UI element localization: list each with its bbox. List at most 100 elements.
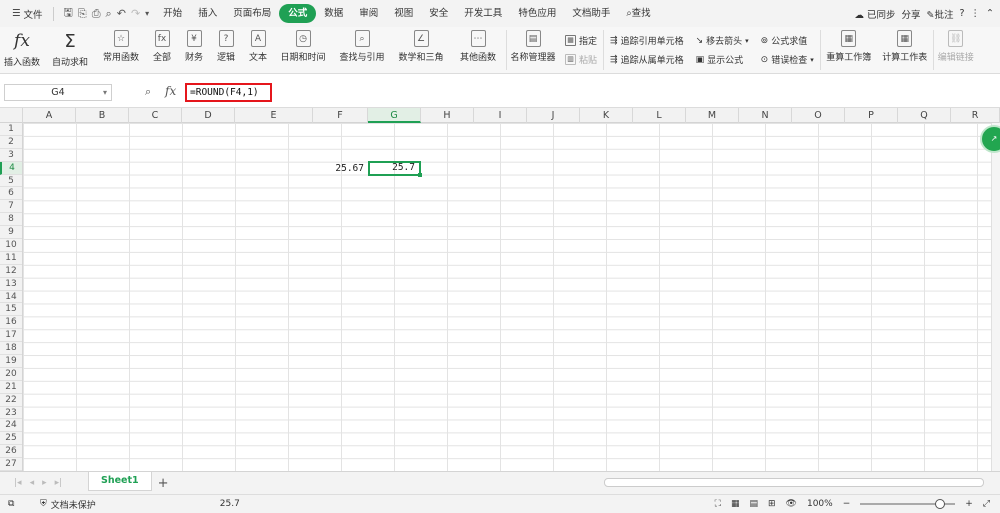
row-header[interactable]: 2	[0, 136, 22, 149]
row-header[interactable]: 18	[0, 342, 22, 356]
vertical-scrollbar[interactable]	[991, 123, 1000, 471]
insert-function-button[interactable]: fx 插入函数	[0, 27, 44, 74]
formula-input[interactable]: =ROUND(F4,1)	[185, 83, 272, 102]
tab-formulas[interactable]: 公式	[279, 4, 317, 23]
help-button[interactable]: ?	[959, 8, 964, 19]
text-functions-button[interactable]: A 文本	[242, 27, 274, 74]
print-icon[interactable]: ⎙	[92, 7, 101, 21]
tab-insert[interactable]: 插入	[190, 4, 225, 23]
column-header[interactable]: F	[313, 108, 368, 123]
column-header[interactable]: J	[527, 108, 580, 123]
chevron-down-icon[interactable]: ▾	[145, 9, 149, 18]
tab-home[interactable]: 开始	[155, 4, 190, 23]
row-header[interactable]: 14	[0, 291, 22, 304]
row-header[interactable]: 16	[0, 316, 22, 330]
datetime-functions-button[interactable]: ◷ 日期和时间	[274, 27, 332, 74]
zoom-level[interactable]: 100%	[807, 499, 833, 509]
show-formulas-button[interactable]: ▣ 显示公式	[696, 53, 749, 67]
row-header[interactable]: 25	[0, 432, 22, 446]
redo-icon[interactable]: ↷	[131, 7, 140, 20]
paste-name-button[interactable]: ▥ 粘贴	[565, 53, 597, 66]
zoom-slider[interactable]	[860, 499, 956, 509]
print-preview-icon[interactable]: ⌕	[106, 7, 112, 21]
row-header[interactable]: 17	[0, 329, 22, 343]
column-header[interactable]: Q	[898, 108, 951, 123]
specify-button[interactable]: ▦ 指定	[565, 34, 597, 47]
cell-g4-selected[interactable]: 25.7	[368, 160, 422, 177]
normal-view-icon[interactable]: ▦	[731, 499, 740, 509]
last-sheet-icon[interactable]: ▸|	[55, 478, 63, 488]
column-header[interactable]: B	[76, 108, 129, 123]
save-icon[interactable]: 🖫	[64, 4, 73, 23]
calc-sheet-button[interactable]: ▦ 计算工作表	[877, 27, 933, 74]
prev-sheet-icon[interactable]: ◂	[30, 478, 35, 488]
tab-doc-assistant[interactable]: 文档助手	[564, 4, 618, 23]
column-header[interactable]: P	[845, 108, 898, 123]
row-header[interactable]: 10	[0, 239, 22, 252]
file-menu-button[interactable]: ☰ 文件	[6, 7, 49, 21]
trace-precedents-button[interactable]: ⇶ 追踪引用单元格	[610, 34, 684, 48]
undo-icon[interactable]: ↶	[117, 7, 126, 20]
row-header[interactable]: 1	[0, 123, 22, 136]
page-break-view-icon[interactable]: ⊞	[768, 499, 776, 509]
save-as-icon[interactable]: ⎘	[78, 7, 87, 21]
tab-developer[interactable]: 开发工具	[456, 4, 510, 23]
row-header[interactable]: 20	[0, 368, 22, 381]
recalc-workbook-button[interactable]: ▦ 重算工作簿	[821, 27, 877, 74]
zoom-formula-icon[interactable]: ⌕	[145, 85, 151, 99]
sync-button[interactable]: ☁ 已同步	[854, 7, 895, 21]
page-layout-view-icon[interactable]: ▤	[749, 499, 758, 509]
tab-data[interactable]: 数据	[316, 4, 351, 23]
all-functions-button[interactable]: fx 全部	[146, 27, 178, 74]
logic-functions-button[interactable]: ? 逻辑	[210, 27, 242, 74]
row-header[interactable]: 3	[0, 149, 22, 162]
chevron-down-icon[interactable]: ▾	[103, 85, 107, 100]
column-header[interactable]: A	[23, 108, 76, 123]
row-header[interactable]: 13	[0, 278, 22, 291]
row-header[interactable]: 12	[0, 265, 22, 278]
column-header-selected[interactable]: G	[368, 108, 421, 123]
zoom-out-icon[interactable]: −	[843, 499, 851, 509]
column-header[interactable]: I	[474, 108, 527, 123]
column-header[interactable]: H	[421, 108, 474, 123]
row-header[interactable]: 26	[0, 445, 22, 459]
row-header[interactable]: 27	[0, 458, 22, 471]
column-header[interactable]: L	[633, 108, 686, 123]
row-header[interactable]: 19	[0, 355, 22, 368]
next-sheet-icon[interactable]: ▸	[42, 478, 47, 488]
row-header[interactable]: 23	[0, 407, 22, 420]
protection-status[interactable]: ⛨ 文档未保护	[40, 498, 96, 511]
column-header[interactable]: D	[182, 108, 235, 123]
column-header[interactable]: O	[792, 108, 845, 123]
horizontal-scrollbar[interactable]	[604, 478, 984, 487]
row-header[interactable]: 7	[0, 200, 22, 214]
collapse-ribbon-icon[interactable]: ⌃	[986, 8, 994, 19]
fullscreen-icon[interactable]: ⛶	[715, 499, 721, 509]
comment-button[interactable]: ✎批注	[927, 7, 954, 21]
remove-arrows-button[interactable]: ↘ 移去箭头 ▾	[696, 34, 749, 48]
name-manager-button[interactable]: ▤ 名称管理器	[507, 27, 559, 74]
search-button[interactable]: ⌕查找	[618, 4, 658, 23]
evaluate-formula-button[interactable]: ⊚ 公式求值	[761, 34, 814, 48]
tab-features[interactable]: 特色应用	[510, 4, 564, 23]
name-box[interactable]: G4 ▾	[4, 84, 112, 101]
row-header[interactable]: 15	[0, 303, 22, 317]
autosum-button[interactable]: Σ 自动求和	[44, 27, 96, 74]
column-header[interactable]: C	[129, 108, 182, 123]
column-header[interactable]: N	[739, 108, 792, 123]
row-header[interactable]: 22	[0, 394, 22, 407]
row-header[interactable]: 8	[0, 213, 22, 227]
select-all-corner[interactable]	[0, 108, 23, 123]
finance-functions-button[interactable]: ¥ 财务	[178, 27, 210, 74]
common-functions-button[interactable]: ☆ 常用函数	[96, 27, 146, 74]
tab-security[interactable]: 安全	[421, 4, 456, 23]
cell-f4[interactable]: 25.67	[313, 162, 368, 175]
row-header[interactable]: 6	[0, 187, 22, 201]
zoom-in-icon[interactable]: +	[965, 499, 973, 509]
share-button[interactable]: 分享	[901, 7, 920, 21]
math-functions-button[interactable]: ∠ 数学和三角	[392, 27, 450, 74]
other-functions-button[interactable]: ⋯ 其他函数	[450, 27, 506, 74]
trace-dependents-button[interactable]: ⇶ 追踪从属单元格	[610, 53, 684, 67]
add-sheet-button[interactable]: +	[158, 476, 169, 491]
assistant-float-button[interactable]: ↗	[980, 125, 1000, 153]
